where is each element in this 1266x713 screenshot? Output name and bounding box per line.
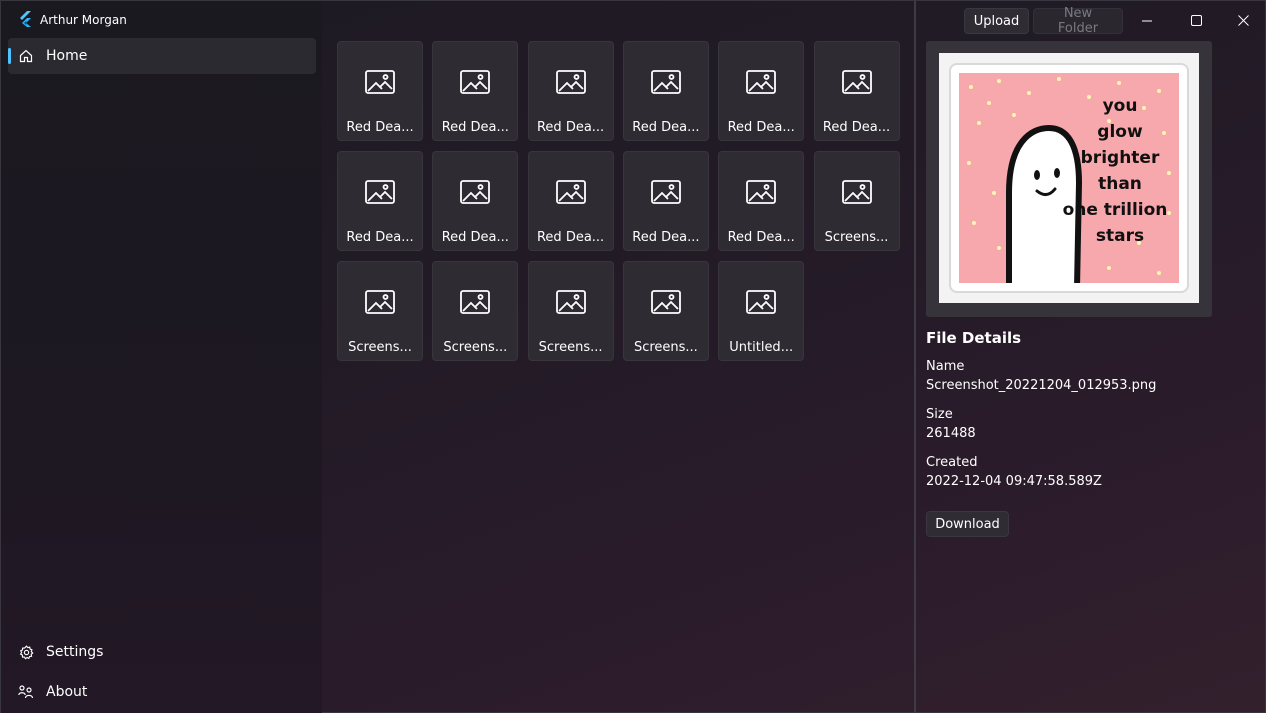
- file-tile-label: Red Dea...: [346, 230, 414, 245]
- sidebar-item-label: Home: [46, 48, 88, 64]
- file-tile-label: Screens...: [824, 230, 889, 245]
- file-tile[interactable]: Red Dea...: [813, 41, 900, 141]
- caption-line: than: [1098, 174, 1142, 194]
- file-tile[interactable]: Red Dea...: [337, 151, 423, 251]
- home-icon: [18, 48, 34, 64]
- file-tile[interactable]: Screens...: [622, 261, 709, 361]
- file-browser: Red Dea... Red Dea... Red Dea... Red Dea...…: [322, 1, 914, 713]
- file-tile-label: Screens...: [348, 340, 412, 355]
- image-file-icon: [365, 180, 395, 206]
- maximize-icon: [1190, 11, 1202, 30]
- minimize-icon: [1142, 11, 1152, 30]
- app-title-bar: Arthur Morgan: [18, 10, 127, 30]
- close-icon: [1237, 11, 1249, 30]
- image-file-icon: [746, 180, 777, 206]
- preview-frame: you glow brighter than one trillion star…: [939, 53, 1199, 303]
- image-file-icon: [460, 70, 491, 96]
- maximize-button[interactable]: [1173, 9, 1219, 31]
- file-tile[interactable]: Red Dea...: [527, 151, 614, 251]
- caption-line: stars: [1095, 226, 1145, 246]
- file-tile-label: Red Dea...: [632, 230, 700, 245]
- file-tile[interactable]: Red Dea...: [622, 151, 709, 251]
- image-file-icon: [555, 290, 586, 316]
- created-value: 2022-12-04 09:47:58.589Z: [926, 474, 1102, 489]
- details-panel: Upload New Folder you glow brighter than…: [916, 1, 1266, 713]
- app-window: Arthur Morgan Home Settings About Red De…: [0, 0, 1266, 713]
- file-tile[interactable]: Red Dea...: [718, 41, 805, 141]
- caption-line: brighter: [1080, 148, 1160, 168]
- gear-icon: [18, 644, 34, 660]
- file-tile-label: Screens...: [538, 340, 603, 355]
- file-tile-label: Screens...: [633, 340, 698, 355]
- upload-button[interactable]: Upload: [964, 8, 1029, 34]
- image-file-icon: [841, 70, 872, 96]
- image-file-icon: [746, 70, 777, 96]
- file-tile[interactable]: Screens...: [813, 151, 900, 251]
- flutter-logo-icon: [18, 10, 32, 30]
- file-tile[interactable]: Red Dea...: [432, 151, 519, 251]
- file-tile[interactable]: Red Dea...: [527, 41, 614, 141]
- app-title: Arthur Morgan: [40, 13, 127, 27]
- sidebar-item-home[interactable]: Home: [8, 38, 316, 74]
- sidebar-item-label: Settings: [46, 644, 104, 660]
- file-tile-label: Red Dea...: [727, 120, 795, 135]
- file-tile-label: Untitled...: [729, 340, 794, 355]
- new-folder-button[interactable]: New Folder: [1033, 6, 1123, 36]
- file-tile[interactable]: Red Dea...: [337, 41, 423, 141]
- sidebar-item-about[interactable]: About: [8, 674, 316, 710]
- file-tile[interactable]: Untitled...: [718, 261, 805, 361]
- image-file-icon: [460, 290, 491, 316]
- file-tile[interactable]: Screens...: [337, 261, 423, 361]
- download-button[interactable]: Download: [926, 511, 1009, 537]
- image-file-icon: [650, 180, 681, 206]
- sidebar-item-settings[interactable]: Settings: [8, 634, 316, 670]
- image-file-icon: [365, 290, 395, 316]
- caption-line: glow: [1097, 122, 1143, 142]
- file-tile-label: Red Dea...: [536, 120, 605, 135]
- preview-image: you glow brighter than one trillion star…: [959, 73, 1179, 283]
- name-label: Name: [926, 359, 965, 374]
- image-file-icon: [841, 180, 872, 206]
- file-tile[interactable]: Red Dea...: [718, 151, 805, 251]
- caption-line: you: [1102, 96, 1138, 116]
- details-title: File Details: [926, 329, 1022, 347]
- image-file-icon: [650, 70, 681, 96]
- file-tile-label: Red Dea...: [441, 120, 509, 135]
- file-tile-label: Red Dea...: [346, 120, 414, 135]
- name-value: Screenshot_20221204_012953.png: [926, 378, 1157, 393]
- size-value: 261488: [926, 426, 976, 441]
- file-tile-label: Red Dea...: [727, 230, 795, 245]
- file-tile-label: Red Dea...: [632, 120, 700, 135]
- people-icon: [18, 684, 34, 700]
- file-tile-label: Red Dea...: [822, 120, 891, 135]
- file-tile-label: Red Dea...: [536, 230, 605, 245]
- preview-sticker: you glow brighter than one trillion star…: [949, 63, 1189, 293]
- sidebar-item-label: About: [46, 684, 88, 700]
- size-label: Size: [926, 407, 953, 422]
- image-file-icon: [555, 180, 586, 206]
- minimize-button[interactable]: [1124, 9, 1170, 31]
- file-tile[interactable]: Red Dea...: [622, 41, 709, 141]
- created-label: Created: [926, 455, 978, 470]
- image-file-icon: [555, 70, 586, 96]
- close-button[interactable]: [1220, 9, 1266, 31]
- image-file-icon: [650, 290, 681, 316]
- file-tile[interactable]: Screens...: [432, 261, 519, 361]
- sidebar: Arthur Morgan Home Settings About: [1, 1, 322, 713]
- file-tile[interactable]: Red Dea...: [432, 41, 519, 141]
- caption-line: one trillion: [1062, 200, 1168, 220]
- image-file-icon: [746, 290, 777, 316]
- file-tile-label: Screens...: [443, 340, 508, 355]
- preview-caption: you glow brighter than one trillion star…: [1063, 93, 1175, 249]
- file-tile-label: Red Dea...: [441, 230, 509, 245]
- image-file-icon: [460, 180, 491, 206]
- file-tile[interactable]: Screens...: [527, 261, 614, 361]
- image-file-icon: [365, 70, 395, 96]
- image-preview: you glow brighter than one trillion star…: [926, 41, 1212, 317]
